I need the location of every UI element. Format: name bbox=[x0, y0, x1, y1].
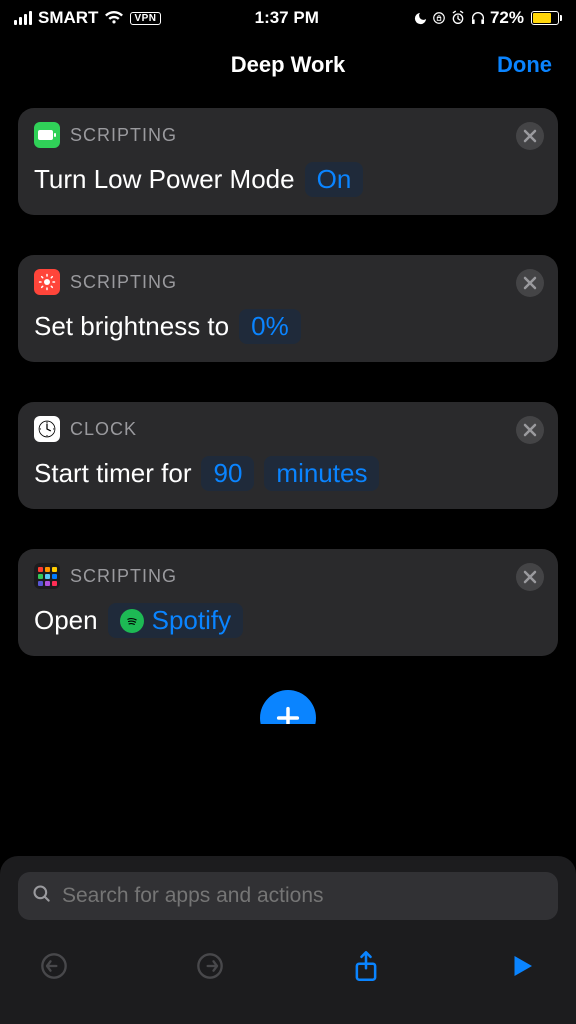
delete-action-button[interactable] bbox=[516, 269, 544, 297]
redo-button[interactable] bbox=[192, 948, 228, 984]
battery-icon bbox=[528, 11, 562, 25]
action-text: Turn Low Power Mode bbox=[34, 164, 295, 195]
search-icon bbox=[32, 884, 52, 909]
run-button[interactable] bbox=[504, 948, 540, 984]
action-text: Open bbox=[34, 605, 98, 636]
moon-icon bbox=[413, 11, 428, 26]
clock-app-icon bbox=[34, 416, 60, 442]
nav-bar: Deep Work Done bbox=[0, 36, 576, 94]
search-sheet bbox=[0, 856, 576, 1024]
pill-label: Spotify bbox=[152, 605, 232, 636]
action-card-open-app[interactable]: SCRIPTING Open Spotify bbox=[18, 549, 558, 656]
delete-action-button[interactable] bbox=[516, 416, 544, 444]
done-button[interactable]: Done bbox=[497, 52, 552, 78]
action-card-timer[interactable]: CLOCK Start timer for 90 minutes bbox=[18, 402, 558, 509]
clock-label: 1:37 PM bbox=[161, 8, 413, 28]
category-label: SCRIPTING bbox=[70, 566, 177, 587]
battery-app-icon bbox=[34, 122, 60, 148]
actions-list: SCRIPTING Turn Low Power Mode On SCRIPTI… bbox=[0, 94, 576, 656]
lock-icon bbox=[432, 11, 446, 25]
brightness-app-icon bbox=[34, 269, 60, 295]
param-pill-duration[interactable]: 90 bbox=[201, 456, 254, 491]
action-text: Set brightness to bbox=[34, 311, 229, 342]
action-card-brightness[interactable]: SCRIPTING Set brightness to 0% bbox=[18, 255, 558, 362]
add-action-button[interactable] bbox=[260, 690, 316, 724]
spotify-icon bbox=[120, 609, 144, 633]
bottom-toolbar bbox=[18, 920, 558, 984]
grid-app-icon bbox=[34, 563, 60, 589]
category-label: CLOCK bbox=[70, 419, 137, 440]
vpn-badge: VPN bbox=[130, 12, 160, 25]
search-field[interactable] bbox=[18, 872, 558, 920]
wifi-icon bbox=[104, 11, 124, 25]
alarm-icon bbox=[450, 10, 466, 26]
delete-action-button[interactable] bbox=[516, 563, 544, 591]
undo-button[interactable] bbox=[36, 948, 72, 984]
action-card-low-power[interactable]: SCRIPTING Turn Low Power Mode On bbox=[18, 108, 558, 215]
share-button[interactable] bbox=[348, 948, 384, 984]
action-text: Start timer for bbox=[34, 458, 191, 489]
search-input[interactable] bbox=[62, 884, 544, 908]
battery-pct: 72% bbox=[490, 8, 524, 28]
delete-action-button[interactable] bbox=[516, 122, 544, 150]
param-pill-app[interactable]: Spotify bbox=[108, 603, 244, 638]
param-pill-unit[interactable]: minutes bbox=[264, 456, 379, 491]
category-label: SCRIPTING bbox=[70, 125, 177, 146]
signal-icon bbox=[14, 11, 32, 25]
param-pill-percent[interactable]: 0% bbox=[239, 309, 301, 344]
page-title: Deep Work bbox=[231, 52, 346, 78]
status-bar: SMART VPN 1:37 PM 72% bbox=[0, 0, 576, 36]
param-pill-on[interactable]: On bbox=[305, 162, 364, 197]
headphones-icon bbox=[470, 10, 486, 26]
carrier-label: SMART bbox=[38, 8, 98, 28]
category-label: SCRIPTING bbox=[70, 272, 177, 293]
